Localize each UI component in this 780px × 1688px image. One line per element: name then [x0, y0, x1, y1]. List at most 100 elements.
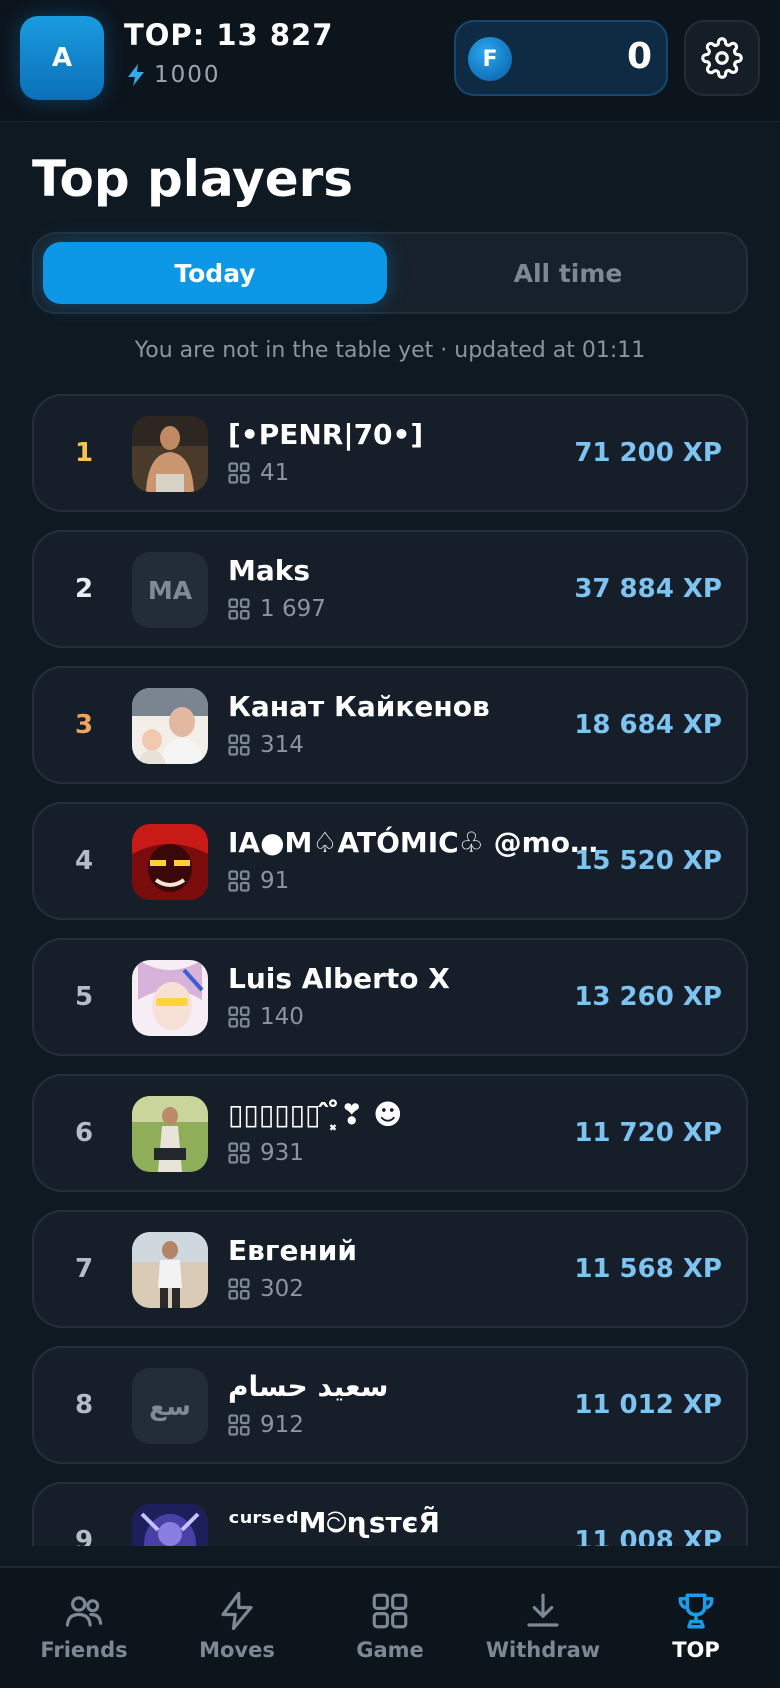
nav-moves-label: Moves	[199, 1638, 275, 1662]
lightning-icon	[221, 1591, 253, 1631]
player-xp: 37 884 XP	[574, 574, 722, 604]
lightning-icon	[128, 64, 144, 86]
player-name: IA●M♤ATÓMIC♧ @mo…	[228, 826, 598, 859]
coin-balance: 0	[626, 36, 652, 77]
player-xp: 11 720 XP	[574, 1118, 722, 1148]
player-avatar	[132, 824, 208, 900]
download-icon	[527, 1593, 559, 1627]
period-tabs: Today All time	[32, 232, 748, 314]
player-avatar	[132, 1232, 208, 1308]
player-name: ᶜᵘʳˢᵉᵈMටɳsтєЯ̃	[228, 1506, 440, 1539]
player-name: Канат Кайкенов	[228, 690, 490, 723]
games-count: 1 697	[228, 596, 326, 622]
app-root: A TOP: 13 827 1000 F 0 Top players Today…	[0, 0, 780, 1688]
leaderboard-row[interactable]: 4 IA●M♤ATÓMIC♧ @mo… 91 15 520 XP	[32, 802, 748, 920]
rank-number: 4	[74, 846, 94, 876]
grid-icon	[228, 734, 250, 756]
grid-icon	[228, 1414, 250, 1436]
player-avatar	[132, 1096, 208, 1172]
player-avatar	[132, 688, 208, 764]
games-count-value: 140	[260, 1004, 304, 1030]
gear-icon	[701, 37, 743, 79]
games-count: 41	[228, 460, 289, 486]
games-count: 91	[228, 868, 289, 894]
player-xp: 11 008 XP	[574, 1526, 722, 1546]
grid-icon	[228, 1142, 250, 1164]
games-count: 912	[228, 1412, 304, 1438]
games-count-value: 1 697	[260, 596, 326, 622]
tab-all-time[interactable]: All time	[396, 242, 740, 304]
player-avatar	[132, 1504, 208, 1546]
page-title: Top players	[32, 150, 354, 208]
player-avatar	[132, 416, 208, 492]
coin-icon: F	[468, 37, 512, 81]
player-xp: 18 684 XP	[574, 710, 722, 740]
nav-game[interactable]: Game	[312, 1568, 468, 1688]
player-name: سعيد حسام	[228, 1370, 389, 1403]
rank-number: 9	[74, 1526, 94, 1546]
leaderboard-row[interactable]: 9 ᶜᵘʳˢᵉᵈMටɳsтєЯ̃ 11 008 XP	[32, 1482, 748, 1546]
nav-moves[interactable]: Moves	[159, 1568, 315, 1688]
games-count: 140	[228, 1004, 304, 1030]
games-count-value: 91	[260, 868, 290, 894]
leaderboard-row[interactable]: 3 Канат Кайкенов 314 18 684 XP	[32, 666, 748, 784]
top-position-label: TOP: 13 827	[124, 18, 334, 52]
player-name: ▯▯▯▯▯▯ ̂̂ ͓̊̊❣ ☻	[228, 1098, 403, 1131]
player-avatar: MA	[132, 552, 208, 628]
nav-friends-label: Friends	[40, 1638, 128, 1662]
energy-counter: 1000	[126, 62, 221, 88]
rank-number: 7	[74, 1254, 94, 1284]
grid-icon	[228, 598, 250, 620]
player-xp: 15 520 XP	[574, 846, 722, 876]
nav-friends[interactable]: Friends	[6, 1568, 162, 1688]
trophy-icon	[678, 1593, 714, 1629]
table-status-text: You are not in the table yet · updated a…	[134, 338, 646, 363]
nav-top-label: TOP	[672, 1638, 720, 1662]
leaderboard-row[interactable]: 6 ▯▯▯▯▯▯ ̂̂ ͓̊̊❣ ☻ 931 11 720 XP	[32, 1074, 748, 1192]
nav-game-label: Game	[356, 1638, 424, 1662]
rank-number: 3	[74, 710, 94, 740]
leaderboard-row[interactable]: 8 سع سعيد حسام 912 11 012 XP	[32, 1346, 748, 1464]
leaderboard-row[interactable]: 5 Luis Alberto X 140 13 260 XP	[32, 938, 748, 1056]
games-count-value: 41	[260, 460, 290, 486]
bottom-navigation: Friends Moves Game Withdraw TOP	[0, 1566, 780, 1688]
coin-balance-box[interactable]: F 0	[454, 20, 668, 96]
grid-icon	[228, 462, 250, 484]
rank-number: 1	[74, 438, 94, 468]
games-count: 302	[228, 1276, 304, 1302]
player-name: Евгений	[228, 1234, 358, 1267]
nav-top[interactable]: TOP	[618, 1568, 774, 1688]
player-name: [•PENR|70•]	[228, 418, 424, 451]
profile-avatar[interactable]: A	[20, 16, 104, 100]
games-count: 931	[228, 1140, 304, 1166]
rank-number: 5	[74, 982, 94, 1012]
player-name: Maks	[228, 554, 311, 587]
friends-icon	[65, 1596, 103, 1627]
settings-button[interactable]	[684, 20, 760, 96]
player-avatar: سع	[132, 1368, 208, 1444]
grid-icon	[372, 1593, 408, 1629]
player-avatar	[132, 960, 208, 1036]
leaderboard-row[interactable]: 7 Евгений 302 11 568 XP	[32, 1210, 748, 1328]
grid-icon	[228, 870, 250, 892]
leaderboard-row[interactable]: 2 MA Maks 1 697 37 884 XP	[32, 530, 748, 648]
grid-icon	[228, 1006, 250, 1028]
top-header: A TOP: 13 827 1000 F 0	[0, 0, 780, 122]
rank-number: 8	[74, 1390, 94, 1420]
player-name: Luis Alberto X	[228, 962, 450, 995]
games-count-value: 912	[260, 1412, 304, 1438]
player-xp: 13 260 XP	[574, 982, 722, 1012]
rank-number: 2	[74, 574, 94, 604]
nav-withdraw[interactable]: Withdraw	[465, 1568, 621, 1688]
player-xp: 11 012 XP	[574, 1390, 722, 1420]
rank-number: 6	[74, 1118, 94, 1148]
tab-today[interactable]: Today	[43, 242, 387, 304]
energy-value: 1000	[154, 62, 221, 88]
games-count-value: 314	[260, 732, 304, 758]
leaderboard-row[interactable]: 1 [•PENR|70•] 41 71 200 XP	[32, 394, 748, 512]
player-xp: 11 568 XP	[574, 1254, 722, 1284]
grid-icon	[228, 1278, 250, 1300]
games-count-value: 302	[260, 1276, 304, 1302]
leaderboard-list: 1 [•PENR|70•] 41 71 200 XP 2 MA Maks 1 6…	[32, 394, 748, 1546]
games-count-value: 931	[260, 1140, 304, 1166]
